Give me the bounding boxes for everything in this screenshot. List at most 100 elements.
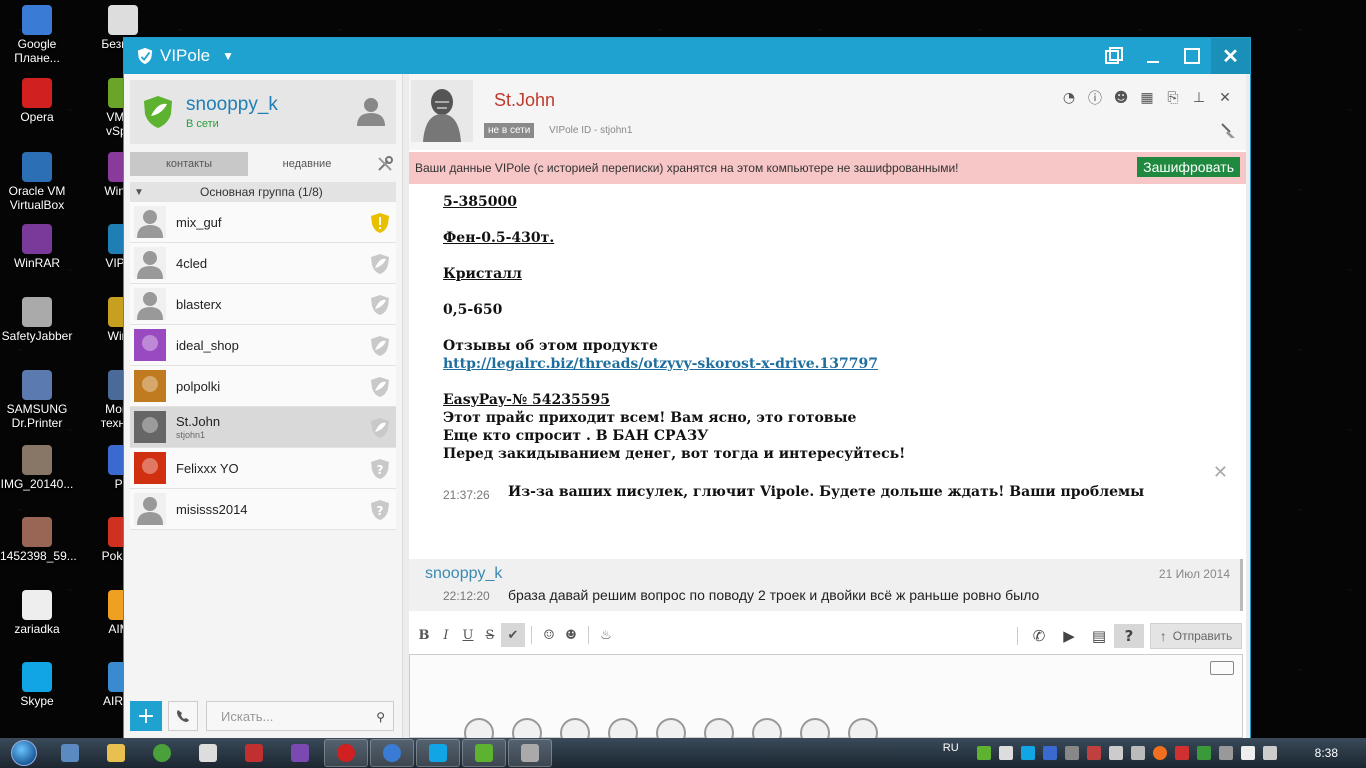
contact-item[interactable]: 4cled bbox=[130, 243, 396, 284]
search-input[interactable]: Искать... ⚲ bbox=[206, 701, 394, 731]
desktop-icon[interactable]: IMG_20140... bbox=[0, 445, 74, 491]
taskbar-app[interactable] bbox=[186, 739, 230, 767]
battery-icon[interactable] bbox=[1262, 746, 1277, 760]
keyboard-icon[interactable] bbox=[1210, 661, 1234, 675]
desktop-icon[interactable]: SafetyJabber bbox=[0, 297, 74, 343]
taskbar-app[interactable] bbox=[232, 739, 276, 767]
emoji-icon[interactable]: ☺ bbox=[538, 628, 560, 643]
strike-button[interactable]: S bbox=[479, 628, 501, 643]
call-icon[interactable]: ✆ bbox=[1024, 624, 1054, 648]
clock[interactable]: 8:38 bbox=[1315, 746, 1338, 760]
contact-item[interactable]: ideal_shop bbox=[130, 325, 396, 366]
desktop-icon[interactable]: WinRAR bbox=[0, 224, 74, 270]
alert-icon[interactable] bbox=[1152, 746, 1167, 760]
title-bar[interactable]: VIPole ▼ ✕ bbox=[124, 38, 1250, 74]
taskbar-app[interactable] bbox=[140, 739, 184, 767]
help-button[interactable]: ? bbox=[1114, 624, 1144, 648]
monitor-tray-icon[interactable] bbox=[1064, 746, 1079, 760]
message-line: 0,5-650 bbox=[443, 302, 503, 318]
desktop-icon[interactable]: Oracle VM VirtualBox bbox=[0, 152, 74, 212]
flag-icon[interactable] bbox=[1240, 746, 1255, 760]
taskbar-app[interactable] bbox=[278, 739, 322, 767]
restore-windows-button[interactable] bbox=[1094, 38, 1133, 74]
unknown-shield-icon: ? bbox=[371, 459, 389, 479]
shield-icon bbox=[371, 377, 389, 397]
taskbar-app[interactable] bbox=[508, 739, 552, 767]
vipole-tray-icon[interactable] bbox=[976, 746, 991, 760]
message-link[interactable]: http://legalrc.biz/threads/otzyvy-skoros… bbox=[443, 356, 878, 372]
minimize-button[interactable] bbox=[1133, 38, 1172, 74]
spellcheck-button[interactable]: ✔ bbox=[501, 623, 525, 647]
save-icon[interactable]: ▤ bbox=[1084, 624, 1114, 648]
tray-b-icon[interactable] bbox=[998, 746, 1013, 760]
contact-name: polpolki bbox=[176, 378, 221, 394]
start-button[interactable] bbox=[0, 738, 48, 768]
tools-icon[interactable] bbox=[376, 155, 394, 173]
avatar bbox=[134, 288, 166, 320]
italic-button[interactable]: I bbox=[435, 628, 457, 643]
dismiss-icon[interactable]: ✕ bbox=[1213, 462, 1228, 483]
desktop-icon[interactable]: zariadka bbox=[0, 590, 74, 636]
info-icon[interactable]: ⓘ bbox=[1082, 88, 1108, 108]
desktop-icon[interactable]: 1452398_59... bbox=[0, 517, 77, 563]
taskbar-app-opera[interactable] bbox=[324, 739, 368, 767]
contact-item[interactable]: mix_guf bbox=[130, 202, 396, 243]
taskbar-app-skype[interactable] bbox=[416, 739, 460, 767]
message-author: snooppy_k bbox=[425, 565, 503, 582]
search-icon[interactable]: ⚲ bbox=[376, 710, 385, 724]
contact-avatar[interactable] bbox=[411, 80, 473, 142]
tray-red-icon[interactable] bbox=[1174, 746, 1189, 760]
contact-item[interactable]: misisss2014? bbox=[130, 489, 396, 530]
desktop-icon[interactable]: SAMSUNG Dr.Printer bbox=[0, 370, 74, 430]
phone-button[interactable] bbox=[168, 701, 198, 731]
bold-button[interactable]: B bbox=[413, 628, 435, 643]
encrypt-button[interactable]: Зашифровать bbox=[1137, 157, 1240, 177]
contact-item[interactable]: St.John stjohn1 bbox=[130, 407, 396, 448]
taskbar-app-vipole[interactable] bbox=[462, 739, 506, 767]
usb-icon[interactable] bbox=[1218, 746, 1233, 760]
desktop-icon[interactable]: Skype bbox=[0, 662, 74, 708]
send-button[interactable]: ↑ Отправить bbox=[1150, 623, 1242, 649]
my-profile[interactable]: snooppy_k В сети bbox=[130, 80, 396, 144]
desktop-icon[interactable]: Google Плане... bbox=[0, 5, 74, 65]
menu-dropdown-icon[interactable]: ▼ bbox=[222, 49, 234, 63]
fire-icon[interactable]: ♨ bbox=[595, 628, 617, 643]
vipole-window: VIPole ▼ ✕ snooppy_k В сети контакты нед… bbox=[123, 37, 1251, 748]
add-contact-button[interactable]: + bbox=[130, 701, 162, 731]
signal-icon[interactable] bbox=[1108, 746, 1123, 760]
export-icon[interactable]: ⎘ bbox=[1160, 88, 1186, 108]
nvidia-icon[interactable] bbox=[1196, 746, 1211, 760]
contact-name: mix_guf bbox=[176, 214, 222, 230]
app-icon bbox=[22, 370, 52, 400]
taskbar-app[interactable] bbox=[370, 739, 414, 767]
taskbar-app[interactable] bbox=[94, 739, 138, 767]
volume-icon[interactable] bbox=[1130, 746, 1145, 760]
language-indicator[interactable]: RU bbox=[943, 742, 959, 754]
avatar-icon[interactable] bbox=[354, 94, 388, 128]
contacts-icon[interactable]: ☻ bbox=[1108, 88, 1134, 108]
close-chat-icon[interactable]: ✕ bbox=[1212, 88, 1238, 108]
close-button[interactable]: ✕ bbox=[1211, 38, 1250, 74]
profile-status: В сети bbox=[186, 118, 219, 130]
sticker-icon[interactable]: ☻ bbox=[560, 628, 582, 643]
tray-app-icon[interactable] bbox=[1086, 746, 1101, 760]
desktop-icon[interactable]: Opera bbox=[0, 78, 74, 124]
history-icon[interactable]: ◔ bbox=[1056, 88, 1082, 108]
tab-contacts[interactable]: контакты bbox=[130, 152, 248, 176]
maximize-button[interactable] bbox=[1172, 38, 1211, 74]
pin-icon[interactable]: ⊥ bbox=[1186, 88, 1212, 108]
contact-item[interactable]: blasterx bbox=[130, 284, 396, 325]
tab-recent[interactable]: недавние bbox=[248, 152, 366, 176]
taskbar-app[interactable] bbox=[48, 739, 92, 767]
contact-group-header[interactable]: ▼ Основная группа (1/8) bbox=[130, 182, 396, 202]
video-icon[interactable]: ▶ bbox=[1054, 624, 1084, 648]
skype-tray-icon[interactable] bbox=[1020, 746, 1035, 760]
message-line: Этот прайс приходит всем! Вам ясно, это … bbox=[443, 410, 857, 426]
calendar-icon[interactable]: ▦ bbox=[1134, 88, 1160, 108]
explorer-icon bbox=[107, 744, 125, 762]
clear-history-icon[interactable] bbox=[1220, 122, 1238, 140]
underline-button[interactable]: U bbox=[457, 628, 479, 643]
contact-item[interactable]: Felixxx YO? bbox=[130, 448, 396, 489]
contact-item[interactable]: polpolki bbox=[130, 366, 396, 407]
tray-b2-icon[interactable] bbox=[1042, 746, 1057, 760]
